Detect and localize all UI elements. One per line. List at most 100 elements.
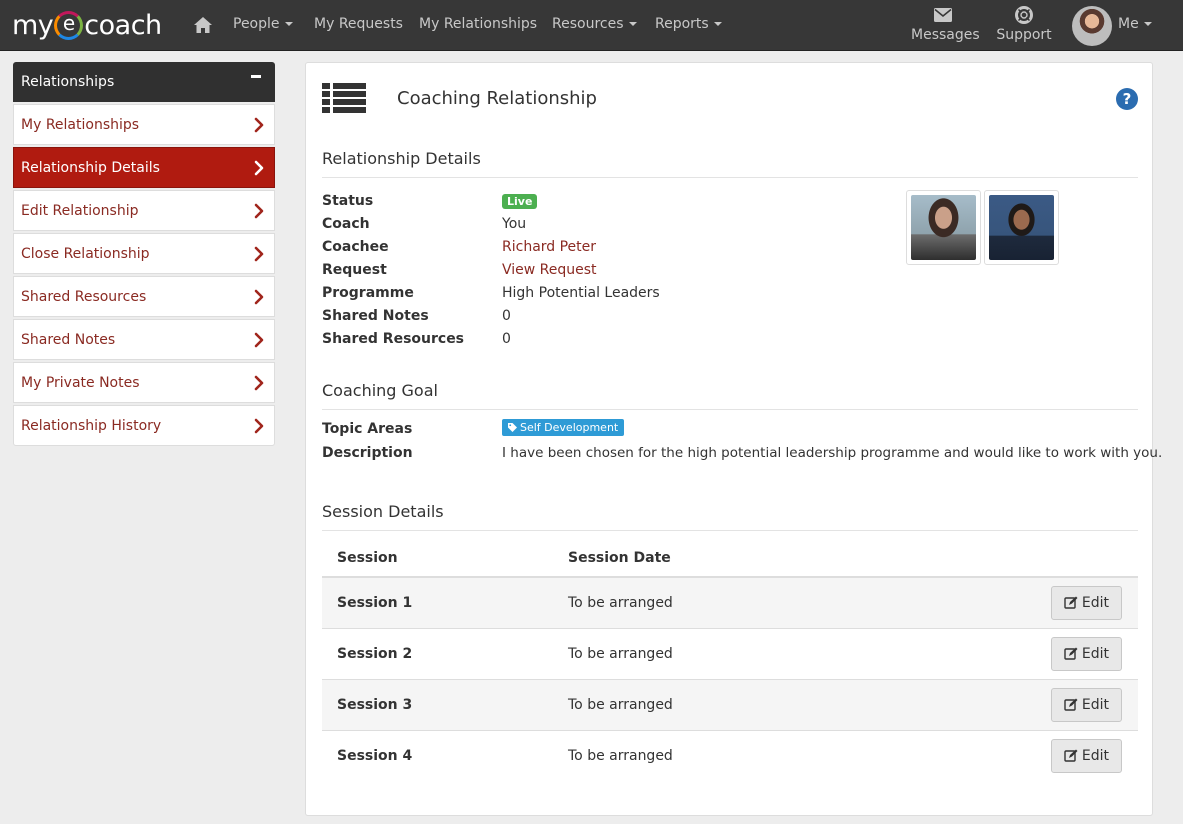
chevron-right-icon [254,117,264,132]
sidebar-item-label: My Private Notes [21,374,140,391]
sidebar-item-label: Close Relationship [21,245,150,262]
edit-session-button[interactable]: Edit [1050,687,1122,722]
chevron-right-icon [254,375,264,390]
logo-text-coach: coach [84,9,162,41]
shared-resources-label: Shared Resources [322,331,465,347]
coaching-goal-title: Coaching Goal [322,381,1138,410]
table-row: Session 3 To be arranged Edit [322,678,1138,730]
description-value: I have been chosen for the high potentia… [502,445,1163,461]
edit-session-button[interactable]: Edit [1050,738,1122,773]
view-request-link[interactable]: View Request [502,262,597,278]
logo-text-my: my [12,9,54,41]
sessions-table: Session Session Date Session 1 To be arra… [322,540,1138,781]
collapse-icon[interactable] [251,74,261,78]
coach-label: Coach [322,216,370,232]
nav-resources[interactable]: Resources [552,16,637,32]
sidebar-item-label: Edit Relationship [21,202,139,219]
status-label: Status [322,193,374,209]
nav-messages-label: Messages [911,27,980,43]
caret-down-icon [628,22,637,26]
tag-icon [508,423,517,432]
nav-me[interactable]: Me [1118,16,1152,32]
brand-logo[interactable]: my e coach [12,7,162,43]
nav-my-requests[interactable]: My Requests [314,16,403,32]
relationship-details-title: Relationship Details [322,149,1138,178]
shared-notes-value: 0 [502,308,511,324]
description-label: Description [322,445,413,461]
sidebar-item-relationship-details[interactable]: Relationship Details [13,147,275,188]
edit-session-button[interactable]: Edit [1050,585,1122,620]
nav-support[interactable]: Support [996,6,1052,43]
edit-button-label: Edit [1081,747,1109,764]
shared-notes-label: Shared Notes [322,308,429,324]
top-navbar: my e coach People My Requests My Relatio… [0,0,1183,51]
edit-button-label: Edit [1081,696,1109,713]
session-actions: Edit [868,678,1138,730]
chevron-right-icon [254,246,264,261]
nav-me-label: Me [1118,16,1139,32]
sidebar-item-label: Relationship Details [21,159,160,176]
table-row: Session 4 To be arranged Edit [322,729,1138,781]
chevron-right-icon [254,160,264,175]
edit-button-label: Edit [1081,645,1109,662]
nav-people[interactable]: People [233,16,293,32]
table-row: Session 2 To be arranged Edit [322,627,1138,679]
nav-my-relationships[interactable]: My Relationships [419,16,537,32]
chevron-right-icon [254,332,264,347]
user-avatar[interactable] [1072,6,1112,46]
sidebar-item-relationship-history[interactable]: Relationship History [13,405,275,446]
col-session-date: Session Date [553,540,869,578]
home-icon[interactable] [193,14,213,36]
sidebar-item-label: My Relationships [21,116,140,133]
sidebar-item-edit-relationship[interactable]: Edit Relationship [13,190,275,231]
session-name: Session 2 [322,627,553,679]
session-date: To be arranged [553,729,869,781]
coach-photo[interactable] [906,190,981,265]
lifebuoy-icon [1015,6,1033,24]
session-name: Session 4 [322,729,553,781]
caret-down-icon [713,22,722,26]
caret-down-icon [284,22,293,26]
sidebar-item-close-relationship[interactable]: Close Relationship [13,233,275,274]
sidebar-item-label: Shared Resources [21,288,147,305]
main-panel: Coaching Relationship ? Relationship Det… [305,62,1162,816]
session-date: To be arranged [553,678,869,730]
session-details-title: Session Details [322,502,1138,531]
programme-value: High Potential Leaders [502,285,660,301]
chevron-right-icon [254,289,264,304]
sidebar-header[interactable]: Relationships [13,62,275,102]
chevron-right-icon [254,203,264,218]
sidebar-item-label: Shared Notes [21,331,116,348]
coachee-label: Coachee [322,239,389,255]
edit-session-button[interactable]: Edit [1050,636,1122,671]
session-name: Session 3 [322,678,553,730]
request-label: Request [322,262,387,278]
page-title: Coaching Relationship [397,88,597,109]
nav-messages[interactable]: Messages [911,6,980,43]
session-date: To be arranged [553,576,869,628]
list-icon [322,83,366,113]
edit-icon [1064,647,1078,660]
topic-tag-label: Self Development [520,421,619,434]
nav-reports[interactable]: Reports [655,16,722,32]
edit-icon [1064,596,1078,609]
session-actions: Edit [868,576,1138,628]
sidebar-item-shared-resources[interactable]: Shared Resources [13,276,275,317]
help-icon[interactable]: ? [1116,88,1138,110]
sidebar: Relationships My Relationships Relationsh… [13,62,275,446]
table-row: Session 1 To be arranged Edit [322,576,1138,628]
sidebar-item-shared-notes[interactable]: Shared Notes [13,319,275,360]
session-name: Session 1 [322,576,553,628]
envelope-icon [934,8,952,22]
nav-resources-label: Resources [552,16,624,32]
sidebar-item-my-private-notes[interactable]: My Private Notes [13,362,275,403]
sidebar-item-my-relationships[interactable]: My Relationships [13,104,275,145]
logo-e-ring: e [54,10,84,40]
coachee-link[interactable]: Richard Peter [502,239,596,255]
status-badge: Live [502,194,538,209]
edit-icon [1064,698,1078,711]
session-date: To be arranged [553,627,869,679]
col-actions [868,540,1138,578]
topic-tag: Self Development [502,419,625,436]
coachee-photo[interactable] [984,190,1059,265]
